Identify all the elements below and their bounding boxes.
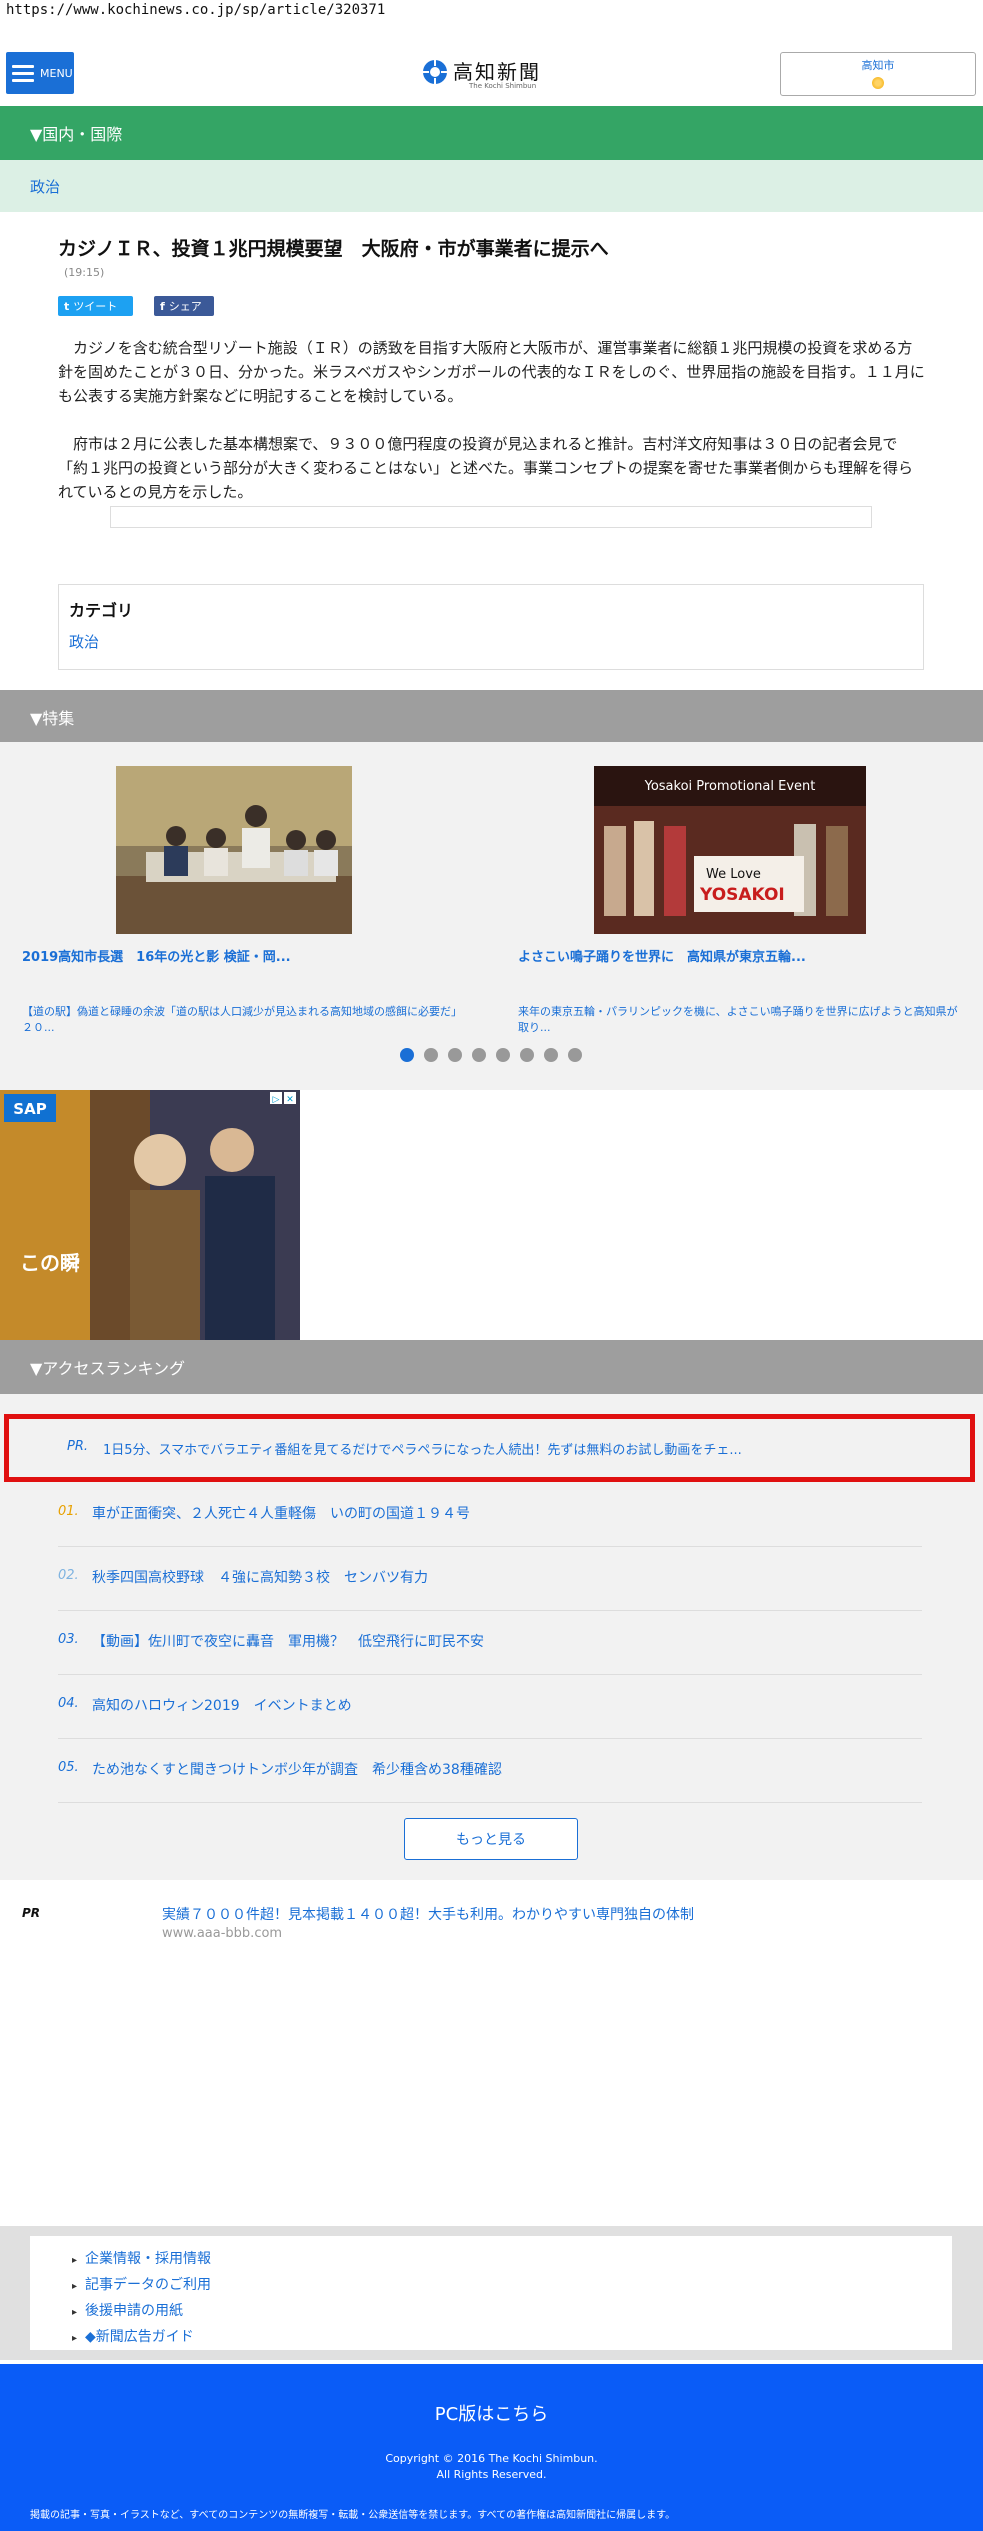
carousel-dot[interactable] <box>568 1048 582 1062</box>
site-header: MENU 高知新聞 The Kochi Shimbun 高知市 <box>0 36 983 106</box>
sap-ad-banner[interactable]: SAP この瞬 ▷ ✕ <box>0 1090 300 1340</box>
access-ranking: PR. 1日5分、スマホでバラエティ番組を見てるだけでペラペラになった人続出！先… <box>0 1394 983 1880</box>
feature-label: ▼特集 <box>30 709 75 728</box>
logo-text: 高知新聞 <box>453 60 541 84</box>
category-link[interactable]: 政治 <box>69 631 99 652</box>
menu-button[interactable]: MENU <box>6 52 74 94</box>
rank-text: 秋季四国高校野球 ４強に高知勢３校 センバツ有力 <box>92 1570 428 1586</box>
footer-links-panel: 企業情報・採用情報 記事データのご利用 後援申請の用紙 ◆新聞広告ガイド <box>30 2236 952 2350</box>
logo-subtitle: The Kochi Shimbun <box>469 82 537 90</box>
rank-number: 01. <box>58 1504 79 1519</box>
section-label: ▼国内・国際 <box>30 125 123 144</box>
feature-carousel: 2019高知市長選 16年の光と影 検証・岡... 【道の駅】偽道と碌睡の余波「… <box>0 742 983 1090</box>
pr-ad-url: www.aaa-bbb.com <box>162 1926 283 1941</box>
weather-city: 高知市 <box>861 59 895 72</box>
footer-link-company[interactable]: 企業情報・採用情報 <box>72 2248 211 2268</box>
footer-link-sponsorship[interactable]: 後援申請の用紙 <box>72 2300 183 2320</box>
rank-number: 03. <box>58 1632 79 1647</box>
rank-number: 05. <box>58 1760 79 1775</box>
ranking-pr-row[interactable]: PR. 1日5分、スマホでバラエティ番組を見てるだけでペラペラになった人続出！先… <box>4 1414 975 1482</box>
ranking-item[interactable]: 04. 高知のハロウィン2019 イベントまとめ <box>58 1676 922 1739</box>
pr-text: 1日5分、スマホでバラエティ番組を見てるだけでペラペラになった人続出！先ずは無料… <box>103 1443 742 1458</box>
tweet-button[interactable]: t ツイート <box>58 296 133 316</box>
carousel-dot[interactable] <box>520 1048 534 1062</box>
site-logo[interactable]: 高知新聞 The Kochi Shimbun <box>421 54 561 94</box>
rank-text: 【動画】佐川町で夜空に轟音 軍用機？ 低空飛行に町民不安 <box>92 1634 484 1650</box>
carousel-dot[interactable] <box>496 1048 510 1062</box>
carousel-dot[interactable] <box>544 1048 558 1062</box>
meeting-photo <box>116 766 352 934</box>
banner-text-yosakoi: YOSAKOI <box>699 885 785 905</box>
subcategory-bar: 政治 <box>0 160 983 212</box>
carousel-dot[interactable] <box>448 1048 462 1062</box>
feature-desc-2[interactable]: 来年の東京五輪・パラリンピックを機に、よさこい鳴子踊りを世界に広げようと高知県が… <box>518 1004 958 1036</box>
twitter-icon: t <box>64 299 70 313</box>
article-paragraph-1: カジノを含む統合型リゾート施設（ＩＲ）の誘致を目指す大阪府と大阪市が、運営事業者… <box>58 339 925 405</box>
inline-ad-slot <box>110 506 872 528</box>
facebook-icon: f <box>160 299 165 313</box>
ad-caption: この瞬 <box>20 1251 80 1275</box>
carousel-dot[interactable] <box>424 1048 438 1062</box>
ranking-item[interactable]: 05. ため池なくすと聞きつけトンボ少年が調査 希少種含め38種確認 <box>58 1740 922 1803</box>
article-time: (19:15) <box>64 266 105 279</box>
rank-number: 04. <box>58 1696 79 1711</box>
feature-image-1[interactable] <box>116 766 352 934</box>
feature-title-1[interactable]: 2019高知市長選 16年の光と影 検証・岡... <box>22 946 462 965</box>
carousel-dot[interactable] <box>400 1048 414 1062</box>
banner-text-event: Yosakoi Promotional Event <box>644 779 816 794</box>
banner-text-welove: We Love <box>706 867 761 882</box>
feature-heading: ▼特集 <box>0 690 983 744</box>
copyright-line-2: All Rights Reserved. <box>436 2468 547 2481</box>
copyright-notice: 掲載の記事・写真・イラストなど、すべてのコンテンツの無断複写・転載・公衆送信等を… <box>30 2510 676 2521</box>
section-heading: ▼国内・国際 <box>0 106 983 160</box>
feature-title-2[interactable]: よさこい鳴子踊りを世界に 高知県が東京五輪... <box>518 946 958 965</box>
carousel-dot[interactable] <box>472 1048 486 1062</box>
feature-image-2[interactable]: Yosakoi Promotional Event We Love YOSAKO… <box>594 766 866 934</box>
weather-widget[interactable]: 高知市 <box>780 52 976 96</box>
facebook-share-button[interactable]: f シェア <box>154 296 214 316</box>
carousel-dots <box>400 1048 592 1062</box>
footer-link-ad-guide[interactable]: ◆新聞広告ガイド <box>72 2326 194 2346</box>
ranking-item[interactable]: 03. 【動画】佐川町で夜空に轟音 軍用機？ 低空飛行に町民不安 <box>58 1612 922 1675</box>
rank-text: 車が正面衝突、２人死亡４人重軽傷 いの町の国道１９４号 <box>92 1506 470 1522</box>
sap-logo: SAP <box>13 1100 46 1118</box>
tweet-label: ツイート <box>73 300 118 313</box>
ranking-label: ▼アクセスランキング <box>30 1359 186 1378</box>
adchoices-icon: ▷ <box>273 1095 280 1105</box>
article-title: カジノＩＲ、投資１兆円規模要望 大阪府・市が事業者に提示へ <box>58 238 609 260</box>
logo-mark-icon <box>423 60 447 84</box>
ranking-item[interactable]: 02. 秋季四国高校野球 ４強に高知勢３校 センバツ有力 <box>58 1548 922 1611</box>
subcategory-link[interactable]: 政治 <box>30 176 60 197</box>
more-button[interactable]: もっと見る <box>404 1818 578 1860</box>
category-title: カテゴリ <box>69 601 134 620</box>
pr-ad-label: PR <box>22 1906 41 1920</box>
close-icon: ✕ <box>286 1095 294 1105</box>
article-paragraph-2: 府市は２月に公表した基本構想案で、９３００億円程度の投資が見込まれると推計。吉村… <box>58 435 914 501</box>
share-label: シェア <box>168 300 202 313</box>
url-bar: https://www.kochinews.co.jp/sp/article/3… <box>6 2 386 18</box>
rank-text: 高知のハロウィン2019 イベントまとめ <box>92 1698 352 1714</box>
site-footer: PC版はこちら Copyright © 2016 The Kochi Shimb… <box>0 2364 983 2531</box>
copyright-line-1: Copyright © 2016 The Kochi Shimbun. <box>385 2452 598 2465</box>
pr-ad-link[interactable]: 実績７０００件超！見本掲載１４００超！大手も利用。わかりやすい専門独自の体制 <box>162 1904 694 1924</box>
yosakoi-photo: Yosakoi Promotional Event We Love YOSAKO… <box>594 766 866 934</box>
pr-label: PR. <box>67 1439 89 1454</box>
menu-label: MENU <box>40 66 73 80</box>
footer-links: 企業情報・採用情報 記事データのご利用 後援申請の用紙 ◆新聞広告ガイド <box>0 2226 983 2360</box>
ranking-item[interactable]: 01. 車が正面衝突、２人死亡４人重軽傷 いの町の国道１９４号 <box>58 1484 922 1547</box>
sap-ad-image: SAP この瞬 ▷ ✕ <box>0 1090 300 1340</box>
pc-version-link[interactable]: PC版はこちら <box>0 2400 983 2426</box>
sunny-icon <box>872 77 884 89</box>
rank-text: ため池なくすと聞きつけトンボ少年が調査 希少種含め38種確認 <box>92 1762 502 1778</box>
hamburger-icon <box>12 61 34 86</box>
ranking-heading: ▼アクセスランキング <box>0 1340 983 1394</box>
feature-desc-1[interactable]: 【道の駅】偽道と碌睡の余波「道の駅は人口減少が見込まれる高知地域の感餌に必要だ」… <box>22 1004 462 1036</box>
footer-link-article-data[interactable]: 記事データのご利用 <box>72 2274 211 2294</box>
rank-number: 02. <box>58 1568 79 1583</box>
category-box: カテゴリ 政治 <box>58 584 924 670</box>
